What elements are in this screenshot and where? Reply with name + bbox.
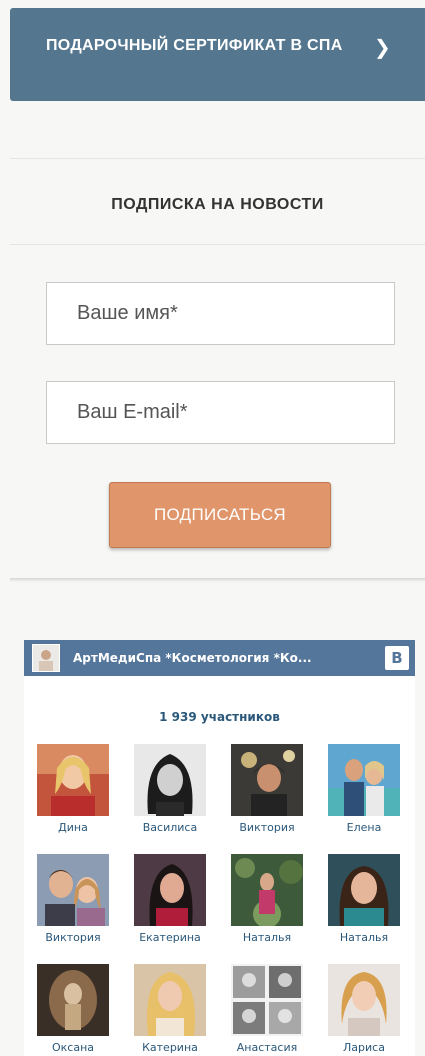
name-input[interactable] bbox=[46, 282, 395, 345]
vk-member[interactable]: Наталья bbox=[319, 854, 409, 944]
vk-member[interactable]: Елена bbox=[319, 744, 409, 834]
section-divider-shadow bbox=[10, 578, 425, 582]
member-photo bbox=[37, 744, 109, 816]
vk-member[interactable]: Лариса bbox=[319, 964, 409, 1054]
vk-member[interactable]: Наталья bbox=[222, 854, 312, 944]
member-photo bbox=[231, 854, 303, 926]
member-name: Виктория bbox=[239, 821, 295, 834]
member-name: Дина bbox=[58, 821, 88, 834]
section-divider-middle bbox=[10, 244, 425, 245]
vk-member[interactable]: Катерина bbox=[125, 964, 215, 1054]
member-name: Виктория bbox=[45, 931, 101, 944]
vk-group-name[interactable]: АртМедиСпа *Косметология *Ко... bbox=[73, 651, 363, 665]
vk-member-count[interactable]: 1 939 участников bbox=[24, 710, 415, 724]
member-photo bbox=[328, 964, 400, 1036]
email-input[interactable] bbox=[46, 381, 395, 444]
vk-member[interactable]: Василиса bbox=[125, 744, 215, 834]
subscribe-button[interactable]: ПОДПИСАТЬСЯ bbox=[109, 482, 331, 548]
member-photo bbox=[328, 854, 400, 926]
vk-member[interactable]: Виктория bbox=[28, 854, 118, 944]
vk-member[interactable]: Анастасия bbox=[222, 964, 312, 1054]
vk-community-widget: АртМедиСпа *Косметология *Ко... В 1 939 … bbox=[24, 640, 415, 1056]
member-name: Екатерина bbox=[139, 931, 201, 944]
chevron-right-icon: ❯ bbox=[373, 37, 391, 59]
vk-widget-header[interactable]: АртМедиСпа *Косметология *Ко... В bbox=[24, 640, 415, 676]
section-divider-top bbox=[10, 158, 425, 159]
member-photo bbox=[134, 744, 206, 816]
vk-member[interactable]: Дина bbox=[28, 744, 118, 834]
vk-logo-icon[interactable]: В bbox=[385, 646, 409, 670]
member-name: Оксана bbox=[51, 1041, 95, 1054]
member-photo bbox=[37, 964, 109, 1036]
member-name: Наталья bbox=[339, 931, 389, 944]
vk-member[interactable]: Екатерина bbox=[125, 854, 215, 944]
member-photo bbox=[134, 854, 206, 926]
member-photo bbox=[328, 744, 400, 816]
vk-member[interactable]: Оксана bbox=[28, 964, 118, 1054]
member-photo bbox=[37, 854, 109, 926]
member-name: Анастасия bbox=[236, 1041, 298, 1054]
member-name: Елена bbox=[346, 821, 382, 834]
member-name: Лариса bbox=[343, 1041, 385, 1054]
gift-certificate-label: ПОДАРОЧНЫЙ СЕРТИФИКАТ В СПА bbox=[46, 37, 343, 54]
vk-member[interactable]: Виктория bbox=[222, 744, 312, 834]
member-photo bbox=[134, 964, 206, 1036]
vk-members-grid: Дина Василиса Виктория Елена Виктория Ек… bbox=[24, 744, 415, 1056]
newsletter-heading: ПОДПИСКА НА НОВОСТИ bbox=[111, 196, 324, 213]
gift-certificate-banner[interactable]: ПОДАРОЧНЫЙ СЕРТИФИКАТ В СПА ❯ bbox=[10, 8, 425, 101]
member-photo bbox=[231, 964, 303, 1036]
member-photo bbox=[231, 744, 303, 816]
member-name: Катерина bbox=[142, 1041, 198, 1054]
member-name: Наталья bbox=[242, 931, 292, 944]
group-avatar[interactable] bbox=[32, 644, 60, 672]
member-name: Василиса bbox=[142, 821, 198, 834]
